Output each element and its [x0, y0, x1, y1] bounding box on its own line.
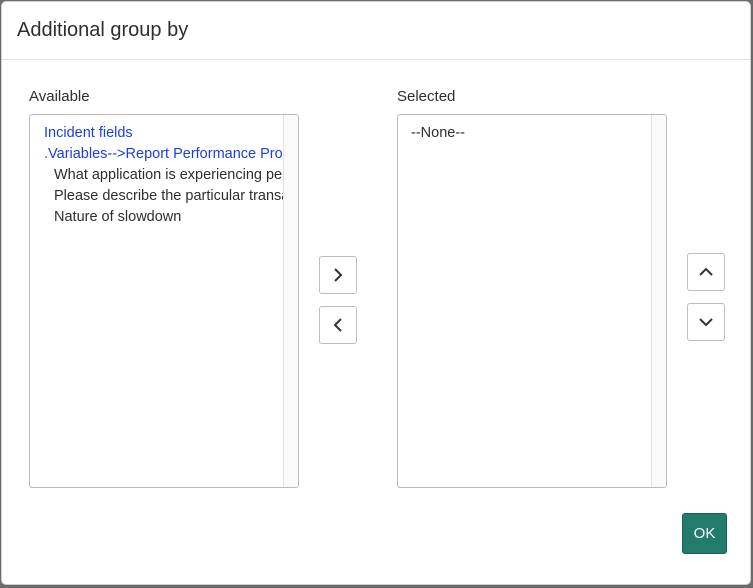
- selected-listbox[interactable]: --None--: [397, 114, 667, 488]
- move-down-button[interactable]: [687, 303, 725, 341]
- available-list-item[interactable]: Nature of slowdown: [30, 207, 283, 228]
- available-list-item[interactable]: .Variables-->Report Performance Problem: [30, 144, 283, 165]
- add-to-selected-button[interactable]: [319, 256, 357, 294]
- selected-label: Selected: [397, 88, 456, 105]
- remove-from-selected-button[interactable]: [319, 306, 357, 344]
- available-list-item[interactable]: Please describe the particular transacti…: [30, 186, 283, 207]
- chevron-left-icon: [333, 318, 342, 332]
- group-by-dialog: Additional group by Available Selected I…: [1, 1, 751, 585]
- selected-scrollbar[interactable]: [651, 115, 666, 487]
- chevron-right-icon: [334, 268, 343, 282]
- move-up-button[interactable]: [687, 253, 725, 291]
- dialog-header: Additional group by: [2, 2, 750, 60]
- available-scrollbar[interactable]: [283, 115, 298, 487]
- dialog-title: Additional group by: [17, 19, 189, 41]
- selected-list: --None--: [398, 123, 651, 144]
- available-list: Incident fields .Variables-->Report Perfo…: [30, 123, 283, 228]
- available-label: Available: [29, 88, 90, 105]
- selected-list-item[interactable]: --None--: [398, 123, 651, 144]
- chevron-up-icon: [699, 267, 713, 276]
- ok-button[interactable]: OK: [682, 513, 727, 554]
- chevron-down-icon: [699, 318, 713, 327]
- available-list-item[interactable]: Incident fields: [30, 123, 283, 144]
- available-listbox[interactable]: Incident fields .Variables-->Report Perfo…: [29, 114, 299, 488]
- available-list-item[interactable]: What application is experiencing perform…: [30, 165, 283, 186]
